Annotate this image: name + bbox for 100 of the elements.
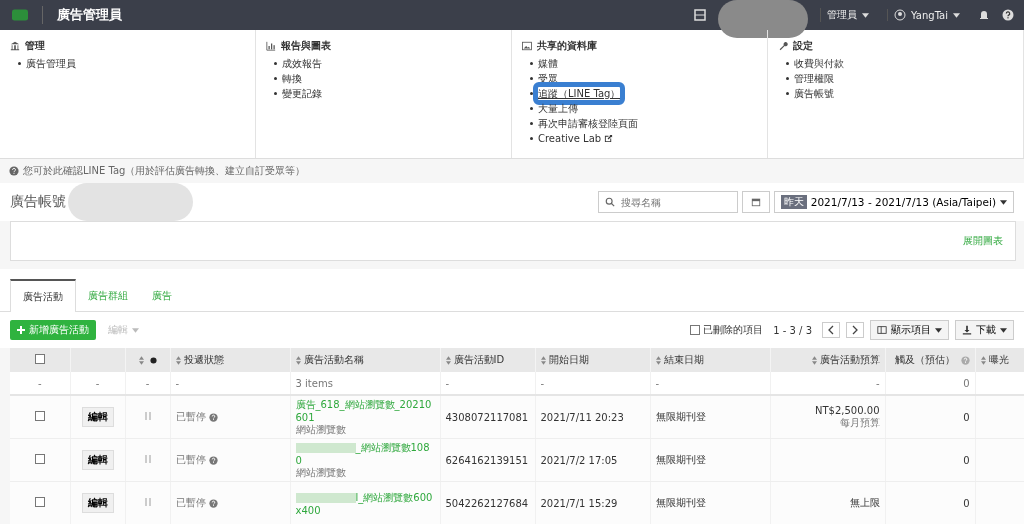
objective-text: 網站瀏覽數	[295, 422, 347, 437]
menu-heading: 管理	[25, 39, 45, 53]
bullet-icon	[530, 137, 533, 140]
toggle-icon[interactable]	[143, 411, 152, 421]
bullet-icon	[530, 62, 533, 65]
download-icon	[962, 325, 972, 335]
toggle-icon[interactable]	[143, 497, 152, 507]
reach-cell: 0	[885, 481, 975, 524]
sort-icon[interactable]	[138, 355, 144, 365]
menu-heading: 報告與圖表	[281, 39, 331, 53]
date-cell: 2021/7/11 20:23	[535, 395, 650, 439]
menu-link[interactable]: 轉換	[282, 72, 302, 85]
menu-link[interactable]: Creative Lab	[538, 132, 614, 145]
id-cell: 5042262127684	[440, 481, 535, 524]
edit-button[interactable]: 編輯	[81, 450, 114, 470]
bullet-icon	[530, 92, 533, 95]
bullet-icon	[530, 122, 533, 125]
sort-icon[interactable]	[445, 355, 451, 365]
tab[interactable]: 廣告活動	[10, 279, 76, 312]
budget-text: 無上限	[848, 496, 880, 510]
menu-link[interactable]: 媒體	[538, 57, 558, 70]
bell-icon[interactable]	[978, 9, 990, 21]
menu-heading: 共享的資料庫	[537, 39, 597, 53]
menu-link[interactable]: 變更記錄	[282, 87, 322, 100]
grid-icon[interactable]	[694, 9, 707, 21]
caret-icon	[1000, 199, 1007, 205]
image-icon	[522, 41, 532, 51]
search-field[interactable]: 搜尋名稱	[597, 191, 738, 213]
user-menu[interactable]: YangTai	[887, 9, 966, 21]
user-icon	[894, 9, 907, 21]
row-checkbox[interactable]	[34, 454, 45, 464]
external-link-icon	[604, 134, 614, 143]
menu-link[interactable]: 成效報告	[282, 57, 322, 70]
sort-icon[interactable]	[655, 355, 661, 365]
reach-cell: 0	[885, 438, 975, 482]
checkbox-label: 已刪除的項目	[703, 323, 764, 337]
bar-chart-icon	[266, 41, 276, 51]
column-header[interactable]: 投遞狀態	[183, 353, 224, 367]
account-title: 廣告帳號	[10, 193, 66, 211]
caret-icon	[935, 327, 942, 333]
previous-page-button[interactable]	[822, 322, 840, 338]
sort-icon[interactable]	[175, 355, 181, 365]
caret-icon	[132, 327, 139, 333]
status-text: 已暫停	[175, 496, 206, 510]
sort-icon[interactable]	[540, 355, 546, 365]
checkbox[interactable]	[690, 325, 701, 335]
calendar-icon	[750, 197, 761, 207]
download-dropdown[interactable]: 下載	[955, 320, 1014, 340]
bullet-icon	[530, 77, 533, 80]
menu-link[interactable]: 大量上傳	[538, 102, 578, 115]
select-all-checkbox[interactable]	[34, 354, 45, 364]
menu-link[interactable]: 廣告帳號	[794, 87, 834, 100]
bank-icon	[10, 41, 20, 51]
menu-heading: 設定	[793, 39, 813, 53]
help-icon	[9, 166, 19, 176]
columns-icon	[877, 325, 887, 335]
id-cell: 6264162139151	[440, 438, 535, 482]
bullet-icon	[786, 77, 789, 80]
menu-link[interactable]: 收費與付款	[794, 57, 844, 70]
date-cell: 2021/7/2 17:05	[535, 438, 650, 482]
chevron-left-icon	[828, 325, 834, 335]
row-checkbox[interactable]	[34, 497, 45, 507]
calendar-button[interactable]	[741, 191, 770, 213]
menu-link[interactable]: 廣告管理員	[26, 57, 76, 70]
bullet-icon	[786, 92, 789, 95]
toggle-icon[interactable]	[143, 454, 152, 464]
row-checkbox[interactable]	[34, 411, 45, 421]
edit-button[interactable]: 編輯	[81, 493, 114, 513]
role-dropdown[interactable]: 管理員	[820, 8, 876, 22]
sort-icon[interactable]	[980, 355, 986, 365]
logo-icon[interactable]	[12, 9, 28, 21]
caret-icon	[1000, 327, 1007, 333]
id-cell: 4308072117081	[440, 395, 535, 439]
objective-text: 網站瀏覽數	[295, 465, 347, 480]
columns-dropdown[interactable]: 顯示項目	[870, 320, 949, 340]
bullet-icon	[274, 62, 277, 65]
sort-icon[interactable]	[811, 355, 817, 365]
next-page-button[interactable]	[846, 322, 864, 338]
redacted-block	[295, 442, 356, 453]
menu-link[interactable]: 再次申請審核登陸頁面	[538, 117, 638, 130]
help-icon[interactable]	[1002, 9, 1014, 21]
edit-button[interactable]: 編輯	[81, 407, 114, 427]
date-cell: 無限期刊登	[650, 481, 770, 524]
date-cell: 2021/7/1 15:29	[535, 481, 650, 524]
redacted-block	[295, 492, 356, 503]
search-icon	[604, 197, 615, 207]
column-header[interactable]: 結束日期	[663, 353, 704, 367]
date-range-dropdown[interactable]: 昨天 2021/7/13 - 2021/7/13 (Asia/Taipei)	[773, 191, 1014, 213]
bullet-icon	[274, 92, 277, 95]
bullet-icon	[274, 77, 277, 80]
date-cell: 無限期刊登	[650, 395, 770, 439]
budget-note: 每月預算	[838, 416, 880, 430]
bullet-icon	[530, 107, 533, 110]
date-badge: 昨天	[780, 195, 807, 209]
pagination-text: 1 - 3 / 3	[773, 324, 812, 336]
status-text: 已暫停	[175, 410, 206, 424]
menu-link[interactable]: 管理權限	[794, 72, 834, 85]
date-cell: 無限期刊登	[650, 438, 770, 482]
sort-icon[interactable]	[295, 355, 301, 365]
help-icon	[960, 355, 970, 365]
